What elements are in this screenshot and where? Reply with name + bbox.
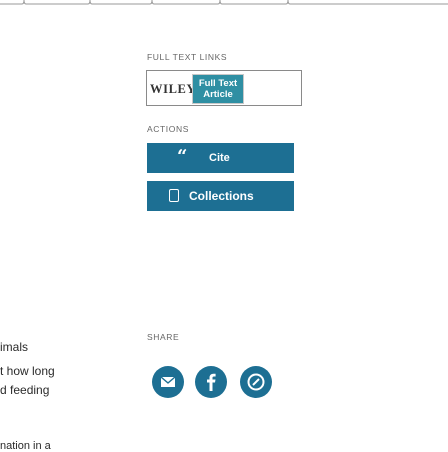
- article-text-line: imals: [0, 340, 29, 354]
- collections-label: Collections: [189, 189, 254, 203]
- badge-text: Full Text Article: [193, 78, 243, 100]
- share-heading: SHARE: [147, 332, 180, 342]
- actions-heading: ACTIONS: [147, 124, 189, 134]
- share-email-button[interactable]: [152, 366, 184, 398]
- full-text-links-heading: FULL TEXT LINKS: [147, 52, 228, 62]
- facebook-icon: [207, 373, 216, 391]
- article-text-line: t how long: [0, 364, 55, 378]
- tab-strip: — —: [0, 0, 448, 8]
- cite-label: Cite: [209, 152, 230, 164]
- full-text-article-badge: Full Text Article: [192, 74, 244, 104]
- article-text-line: nation in a: [0, 440, 51, 452]
- svg-text:—: —: [292, 1, 299, 8]
- email-icon: [160, 376, 176, 387]
- quote-icon: “: [177, 146, 188, 167]
- share-facebook-button[interactable]: [195, 366, 227, 398]
- badge-line-1: Full Text: [198, 78, 238, 89]
- wiley-full-text-link[interactable]: WILEY Full Text Article: [146, 70, 302, 106]
- badge-line-2: Article: [203, 89, 233, 100]
- collections-button[interactable]: Collections: [147, 181, 294, 211]
- share-link-button[interactable]: [240, 366, 272, 398]
- wiley-logo-text: WILEY: [150, 82, 197, 96]
- share-icon: [247, 373, 265, 391]
- cite-button[interactable]: “ Cite: [147, 143, 294, 173]
- bookmark-icon: [169, 189, 179, 202]
- svg-text:—: —: [358, 1, 365, 8]
- article-text-line: d feeding: [0, 383, 50, 397]
